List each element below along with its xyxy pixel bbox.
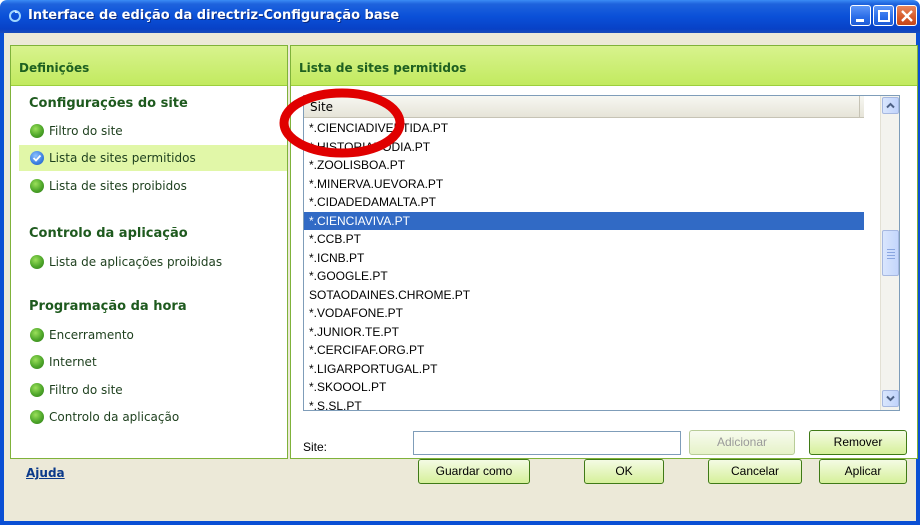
close-icon (901, 10, 913, 22)
nav-item-blocked-apps[interactable]: Lista de aplicações proibidas (19, 249, 287, 275)
minimize-button[interactable] (850, 5, 871, 26)
site-row[interactable]: *.CIENCIAVIVA.PT (304, 211, 864, 230)
nav-item-internet[interactable]: Internet (19, 349, 287, 375)
site-row[interactable]: *.ICNB.PT (304, 249, 864, 268)
section-title-app-control: Controlo da aplicação (29, 226, 188, 241)
nav-item-schedule-app-control[interactable]: Controlo da aplicação (19, 404, 287, 430)
scroll-up-button[interactable] (882, 97, 899, 114)
apply-button[interactable]: Aplicar (819, 459, 907, 484)
nav-item-shutdown[interactable]: Encerramento (19, 322, 287, 348)
red-annotation-circle (279, 88, 405, 158)
nav-item-allowed-sites[interactable]: Lista de sites permitidos (19, 145, 287, 171)
nav-item-blocked-sites[interactable]: Lista de sites proibidos (19, 173, 287, 199)
cancel-button[interactable]: Cancelar (708, 459, 802, 484)
site-row[interactable]: *.CERCIFAF.ORG.PT (304, 341, 864, 360)
nav-item-label: Lista de aplicações proibidas (49, 255, 223, 269)
site-row[interactable]: *.CCB.PT (304, 230, 864, 249)
vertical-scrollbar[interactable] (880, 96, 899, 410)
nav-item-label: Lista de sites proibidos (49, 179, 187, 193)
nav-item-schedule-site-filter[interactable]: Filtro do site (19, 377, 287, 403)
chevron-up-icon (886, 102, 895, 109)
maximize-icon (878, 10, 890, 22)
site-row[interactable]: *.JUNIOR.TE.PT (304, 323, 864, 342)
nav-item-label: Controlo da aplicação (49, 410, 180, 424)
settings-panel-header: Definições (11, 46, 287, 86)
nav-item-label: Internet (49, 355, 97, 369)
section-title-site-config: Configurações do site (29, 96, 188, 111)
section-title-time-schedule: Programação da hora (29, 299, 187, 314)
scroll-down-button[interactable] (882, 390, 899, 407)
green-dot-icon (30, 255, 44, 269)
maximize-button[interactable] (873, 5, 894, 26)
allowed-sites-panel-header: Lista de sites permitidos (291, 46, 917, 86)
save-as-button[interactable]: Guardar como (418, 459, 530, 484)
nav-item-label: Lista de sites permitidos (49, 151, 196, 165)
allowed-sites-panel-title: Lista de sites permitidos (299, 61, 467, 75)
nav-item-site-filter[interactable]: Filtro do site (19, 118, 287, 144)
site-row[interactable]: *.S.SL.PT (304, 397, 864, 411)
site-row[interactable]: SOTAODAINES.CHROME.PT (304, 286, 864, 305)
site-row[interactable]: *.CIDADEDAMALTA.PT (304, 193, 864, 212)
ok-button[interactable]: OK (584, 459, 664, 484)
remove-button[interactable]: Remover (809, 430, 907, 455)
site-row[interactable]: *.MINERVA.UEVORA.PT (304, 175, 864, 194)
scroll-thumb[interactable] (882, 230, 899, 276)
site-label: Site: (303, 440, 328, 454)
site-row[interactable]: *.VODAFONE.PT (304, 304, 864, 323)
site-row[interactable]: *.SKOOOL.PT (304, 378, 864, 397)
green-dot-icon (30, 355, 44, 369)
chevron-down-icon (886, 395, 895, 402)
check-dot-icon (30, 151, 44, 165)
app-icon (9, 10, 21, 22)
green-dot-icon (30, 383, 44, 397)
settings-panel-title: Definições (19, 61, 90, 75)
window-title: Interface de edição da directriz-Configu… (28, 8, 400, 23)
green-dot-icon (30, 124, 44, 138)
nav-item-label: Encerramento (49, 328, 134, 342)
settings-panel: Definições Configurações do site Filtro … (10, 45, 288, 459)
green-dot-icon (30, 328, 44, 342)
minimize-icon (856, 19, 864, 22)
green-dot-icon (30, 179, 44, 193)
site-row[interactable]: *.GOOGLE.PT (304, 267, 864, 286)
add-button[interactable]: Adicionar (689, 430, 795, 455)
close-button[interactable] (896, 5, 917, 26)
nav-item-label: Filtro do site (49, 124, 123, 138)
green-dot-icon (30, 410, 44, 424)
nav-item-label: Filtro do site (49, 383, 123, 397)
site-row[interactable]: *.LIGARPORTUGAL.PT (304, 360, 864, 379)
help-link[interactable]: Ajuda (26, 466, 65, 480)
site-input[interactable] (413, 431, 681, 455)
title-bar[interactable]: Interface de edição da directriz-Configu… (0, 0, 920, 33)
